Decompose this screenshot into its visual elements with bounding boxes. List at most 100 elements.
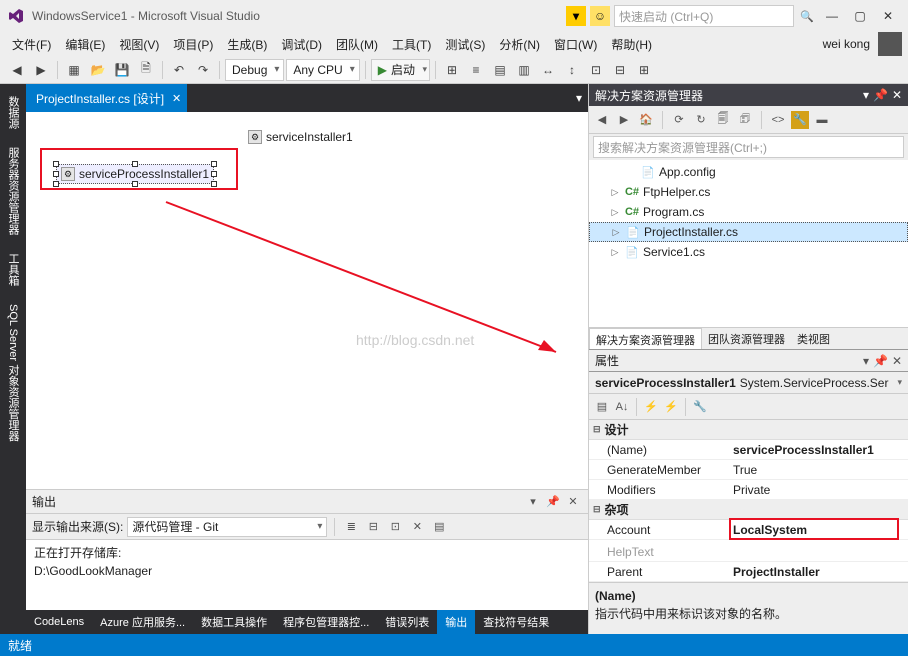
tool-icon[interactable]: ▤ xyxy=(489,59,511,81)
tree-item[interactable]: ▷📄ProjectInstaller.cs xyxy=(589,222,908,242)
save-all-button[interactable]: 🗎 xyxy=(135,59,157,81)
menu-debug[interactable]: 调试(D) xyxy=(275,34,328,55)
se-more-icon[interactable]: ▬ xyxy=(813,111,831,129)
tree-item[interactable]: ▷📄Service1.cs xyxy=(589,242,908,262)
user-avatar[interactable] xyxy=(878,32,902,56)
tool-icon[interactable]: ≡ xyxy=(465,59,487,81)
output-source-combo[interactable]: 源代码管理 - Git xyxy=(127,517,327,537)
bottom-tab[interactable]: CodeLens xyxy=(26,612,92,632)
tool-icon[interactable]: ⊡ xyxy=(585,59,607,81)
menu-help[interactable]: 帮助(H) xyxy=(605,34,658,55)
menu-team[interactable]: 团队(M) xyxy=(330,34,384,55)
property-row[interactable]: ModifiersPrivate xyxy=(589,480,908,500)
menu-build[interactable]: 生成(B) xyxy=(221,34,273,55)
panel-dropdown-icon[interactable]: ▾ xyxy=(863,88,869,102)
se-back-icon[interactable]: ◀ xyxy=(593,111,611,129)
menu-file[interactable]: 文件(F) xyxy=(6,34,57,55)
tool-icon[interactable]: ↕ xyxy=(561,59,583,81)
panel-close-icon[interactable]: ✕ xyxy=(892,88,902,102)
menu-edit[interactable]: 编辑(E) xyxy=(59,34,111,55)
tree-item[interactable]: ▷C#Program.cs xyxy=(589,202,908,222)
output-body[interactable]: 正在打开存储库: D:\GoodLookManager xyxy=(26,540,588,610)
user-name[interactable]: wei kong xyxy=(817,35,876,53)
prop-events-icon[interactable]: ⚡ xyxy=(662,398,680,416)
menu-tools[interactable]: 工具(T) xyxy=(386,34,437,55)
start-button[interactable]: ▶启动 xyxy=(371,59,430,81)
bottom-tab[interactable]: 数据工具操作 xyxy=(193,610,275,634)
platform-combo[interactable]: Any CPU xyxy=(286,59,359,81)
output-tool-icon[interactable]: ≣ xyxy=(342,518,360,536)
output-clear-icon[interactable]: ✕ xyxy=(408,518,426,536)
se-fwd-icon[interactable]: ▶ xyxy=(615,111,633,129)
se-properties-icon[interactable]: 🔧 xyxy=(791,111,809,129)
se-sync-icon[interactable]: ⟳ xyxy=(670,111,688,129)
solution-tree[interactable]: 📄App.config▷C#FtpHelper.cs▷C#Program.cs▷… xyxy=(589,160,908,327)
menu-analyze[interactable]: 分析(N) xyxy=(493,34,546,55)
se-tool-icon[interactable]: 🗐 xyxy=(714,111,732,129)
se-code-icon[interactable]: <> xyxy=(769,111,787,129)
panel-dropdown-icon[interactable]: ▾ xyxy=(863,354,869,368)
undo-button[interactable]: ↶ xyxy=(168,59,190,81)
component-service-installer[interactable]: ⚙ serviceInstaller1 xyxy=(244,128,357,146)
se-home-icon[interactable]: 🏠 xyxy=(637,111,655,129)
close-tab-icon[interactable]: ✕ xyxy=(172,92,181,105)
prop-events-icon[interactable]: ⚡ xyxy=(642,398,660,416)
nav-fwd-button[interactable]: ▶ xyxy=(30,59,52,81)
tool-icon[interactable]: ⊟ xyxy=(609,59,631,81)
panel-pin-icon[interactable]: 📌 xyxy=(873,88,888,102)
config-combo[interactable]: Debug xyxy=(225,59,284,81)
property-row[interactable]: (Name)serviceProcessInstaller1 xyxy=(589,440,908,460)
output-tool-icon[interactable]: ⊡ xyxy=(386,518,404,536)
tab-dropdown-icon[interactable]: ▾ xyxy=(570,91,588,105)
component-service-process-installer[interactable]: ⚙ serviceProcessInstaller1 xyxy=(56,164,214,184)
tool-icon[interactable]: ↔ xyxy=(537,59,559,81)
tree-item[interactable]: 📄App.config xyxy=(589,162,908,182)
redo-button[interactable]: ↷ xyxy=(192,59,214,81)
side-tab-datasources[interactable]: 数据源 xyxy=(3,88,23,137)
property-row[interactable]: GenerateMemberTrue xyxy=(589,460,908,480)
menu-window[interactable]: 窗口(W) xyxy=(548,34,603,55)
bottom-tab[interactable]: Azure 应用服务... xyxy=(92,610,193,634)
tool-icon[interactable]: ⊞ xyxy=(633,59,655,81)
align-icon[interactable]: ⊞ xyxy=(441,59,463,81)
panel-close-icon[interactable]: ✕ xyxy=(892,354,902,368)
property-row[interactable]: ParentProjectInstaller xyxy=(589,562,908,582)
save-button[interactable]: 💾 xyxy=(111,59,133,81)
feedback-icon[interactable]: ☺ xyxy=(590,6,610,26)
designer-surface[interactable]: ⚙ serviceInstaller1 ⚙ serviceProcessInst… xyxy=(26,112,588,489)
property-row[interactable]: HelpText xyxy=(589,542,908,562)
bottom-tab[interactable]: 程序包管理器控... xyxy=(275,610,377,634)
property-grid[interactable]: ⊟设计(Name)serviceProcessInstaller1Generat… xyxy=(589,420,908,582)
side-tab-toolbox[interactable]: 工具箱 xyxy=(3,245,23,294)
solution-search-input[interactable]: 搜索解决方案资源管理器(Ctrl+;) xyxy=(593,136,904,158)
menu-view[interactable]: 视图(V) xyxy=(113,34,165,55)
se-tab-class[interactable]: 类视图 xyxy=(791,328,836,349)
new-button[interactable]: ▦ xyxy=(63,59,85,81)
panel-pin-icon[interactable]: 📌 xyxy=(873,354,888,368)
bottom-tab[interactable]: 查找符号结果 xyxy=(475,610,557,634)
se-tab-team[interactable]: 团队资源管理器 xyxy=(702,328,791,349)
se-tool-icon[interactable]: 🗊 xyxy=(736,111,754,129)
quick-launch-input[interactable]: 快速启动 (Ctrl+Q) xyxy=(614,5,794,27)
panel-pin-icon[interactable]: 📌 xyxy=(544,493,562,511)
panel-close-icon[interactable]: ✕ xyxy=(564,493,582,511)
property-object-selector[interactable]: serviceProcessInstaller1 System.ServiceP… xyxy=(589,372,908,394)
se-refresh-icon[interactable]: ↻ xyxy=(692,111,710,129)
output-tool-icon[interactable]: ▤ xyxy=(430,518,448,536)
output-tool-icon[interactable]: ⊟ xyxy=(364,518,382,536)
se-tab-solution[interactable]: 解决方案资源管理器 xyxy=(589,328,702,349)
file-tab[interactable]: ProjectInstaller.cs [设计] ✕ xyxy=(26,84,187,112)
bottom-tab-output[interactable]: 输出 xyxy=(437,610,475,634)
notification-flag-icon[interactable]: ▾ xyxy=(566,6,586,26)
minimize-button[interactable]: — xyxy=(820,4,844,28)
menu-test[interactable]: 测试(S) xyxy=(439,34,491,55)
close-button[interactable]: ✕ xyxy=(876,4,900,28)
property-row[interactable]: AccountLocalSystem xyxy=(589,520,908,540)
panel-dropdown-icon[interactable]: ▾ xyxy=(524,493,542,511)
side-tab-server-explorer[interactable]: 服务器资源管理器 xyxy=(3,139,23,243)
prop-pages-icon[interactable]: 🔧 xyxy=(691,398,709,416)
prop-categorized-icon[interactable]: ▤ xyxy=(593,398,611,416)
open-button[interactable]: 📂 xyxy=(87,59,109,81)
search-icon[interactable]: 🔍 xyxy=(798,7,816,25)
maximize-button[interactable]: ▢ xyxy=(848,4,872,28)
